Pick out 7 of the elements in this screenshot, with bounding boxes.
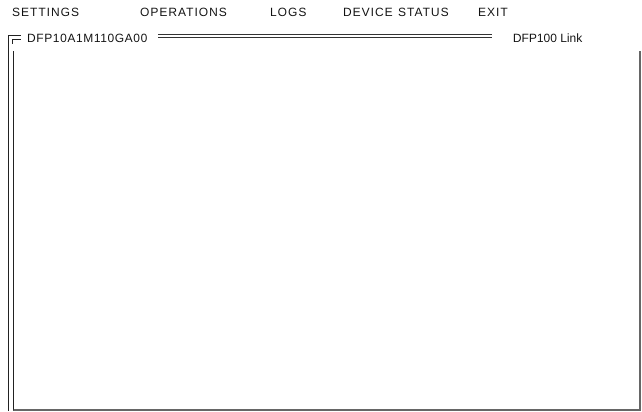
menu-item[interactable]: LOGS	[270, 5, 343, 25]
menu-item[interactable]: DEVICE STATUS	[343, 5, 478, 25]
panel-title: DFP10A1M110GA00	[27, 31, 148, 45]
link-label: DFP100 Link	[512, 31, 582, 45]
menu-item[interactable]: SETTINGS	[12, 5, 140, 25]
menu-item[interactable]: OPERATIONS	[140, 5, 270, 25]
menu-item[interactable]: EXIT	[478, 5, 642, 25]
